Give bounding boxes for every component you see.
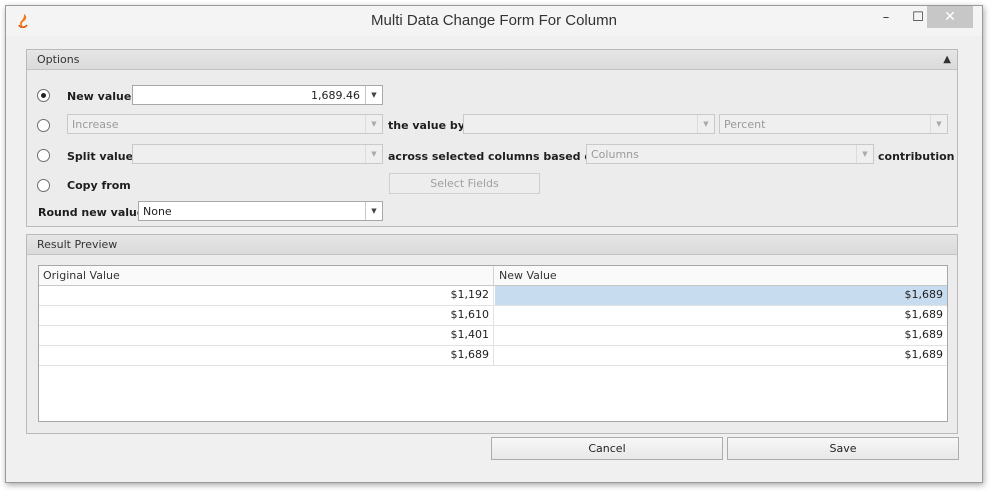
new-value-cell[interactable]: $1,689 [495, 326, 947, 345]
change-mode-chevron-down-icon[interactable]: ▼ [365, 115, 382, 133]
new-value-cell[interactable]: $1,689 [495, 306, 947, 325]
split-value-radio[interactable] [37, 149, 50, 162]
original-value-cell[interactable]: $1,401 [39, 326, 494, 345]
options-group: Options ▲ New value 1,689.46 ▼ Increase … [26, 49, 958, 227]
save-button[interactable]: Save [727, 437, 959, 460]
change-by-radio[interactable] [37, 119, 50, 132]
table-row[interactable]: $1,192 $1,689 [39, 286, 947, 306]
copy-from-label: Copy from [67, 179, 131, 192]
options-title: Options [37, 53, 80, 66]
column-header-original-value[interactable]: Original Value [39, 266, 494, 286]
new-value-dropdown-arrow-icon[interactable]: ▼ [365, 86, 382, 104]
across-columns-label: across selected columns based on [388, 150, 600, 163]
round-value-chevron-down-icon[interactable]: ▼ [365, 202, 382, 220]
new-value-cell[interactable]: $1,689 [495, 286, 947, 305]
change-mode-text: Increase [72, 118, 119, 131]
change-unit-select[interactable]: Percent ▼ [719, 114, 948, 134]
round-value-label: Round new value [38, 206, 145, 219]
change-amount-chevron-down-icon[interactable]: ▼ [697, 115, 714, 133]
new-value-text: 1,689.46 [311, 89, 360, 102]
cancel-button[interactable]: Cancel [491, 437, 723, 460]
value-by-label: the value by [388, 119, 465, 132]
grid-header-row: Original Value New Value [39, 266, 947, 286]
new-value-cell[interactable]: $1,689 [495, 346, 947, 365]
close-button[interactable]: ✕ [927, 6, 973, 28]
change-mode-select[interactable]: Increase ▼ [67, 114, 383, 134]
result-preview-group: Result Preview Original Value New Value … [26, 234, 958, 434]
split-basis-chevron-down-icon[interactable]: ▼ [856, 145, 873, 163]
new-value-radio[interactable] [37, 89, 50, 102]
table-row[interactable]: $1,610 $1,689 [39, 306, 947, 326]
original-value-cell[interactable]: $1,689 [39, 346, 494, 365]
split-basis-select[interactable]: Columns ▼ [586, 144, 874, 164]
result-preview-title: Result Preview [37, 238, 118, 251]
copy-from-radio[interactable] [37, 179, 50, 192]
window-title: Multi Data Change Form For Column [371, 12, 617, 29]
round-value-text: None [143, 205, 172, 218]
change-unit-text: Percent [724, 118, 766, 131]
dialog-window: Multi Data Change Form For Column – ☐ ✕ … [5, 5, 983, 483]
collapse-chevron-up-icon[interactable]: ▲ [943, 50, 951, 69]
minimize-button[interactable]: – [872, 6, 900, 28]
result-preview-header: Result Preview [27, 235, 957, 255]
contribution-label: contribution [878, 150, 955, 163]
options-header[interactable]: Options ▲ [27, 50, 957, 70]
table-row[interactable]: $1,401 $1,689 [39, 326, 947, 346]
select-fields-button[interactable]: Select Fields [389, 173, 540, 194]
round-value-select[interactable]: None ▼ [138, 201, 383, 221]
table-row[interactable]: $1,689 $1,689 [39, 346, 947, 366]
new-value-label: New value [67, 90, 132, 103]
change-amount-input[interactable]: ▼ [463, 114, 715, 134]
split-basis-text: Columns [591, 148, 639, 161]
new-value-input[interactable]: 1,689.46 ▼ [132, 85, 383, 105]
split-value-input[interactable]: ▼ [132, 144, 383, 164]
split-value-chevron-down-icon[interactable]: ▼ [365, 145, 382, 163]
original-value-cell[interactable]: $1,610 [39, 306, 494, 325]
split-value-label: Split value [67, 150, 134, 163]
title-bar: Multi Data Change Form For Column – ☐ ✕ [6, 6, 982, 36]
column-header-new-value[interactable]: New Value [495, 266, 947, 286]
change-unit-chevron-down-icon[interactable]: ▼ [930, 115, 947, 133]
result-grid[interactable]: Original Value New Value $1,192 $1,689 $… [38, 265, 948, 422]
original-value-cell[interactable]: $1,192 [39, 286, 494, 305]
